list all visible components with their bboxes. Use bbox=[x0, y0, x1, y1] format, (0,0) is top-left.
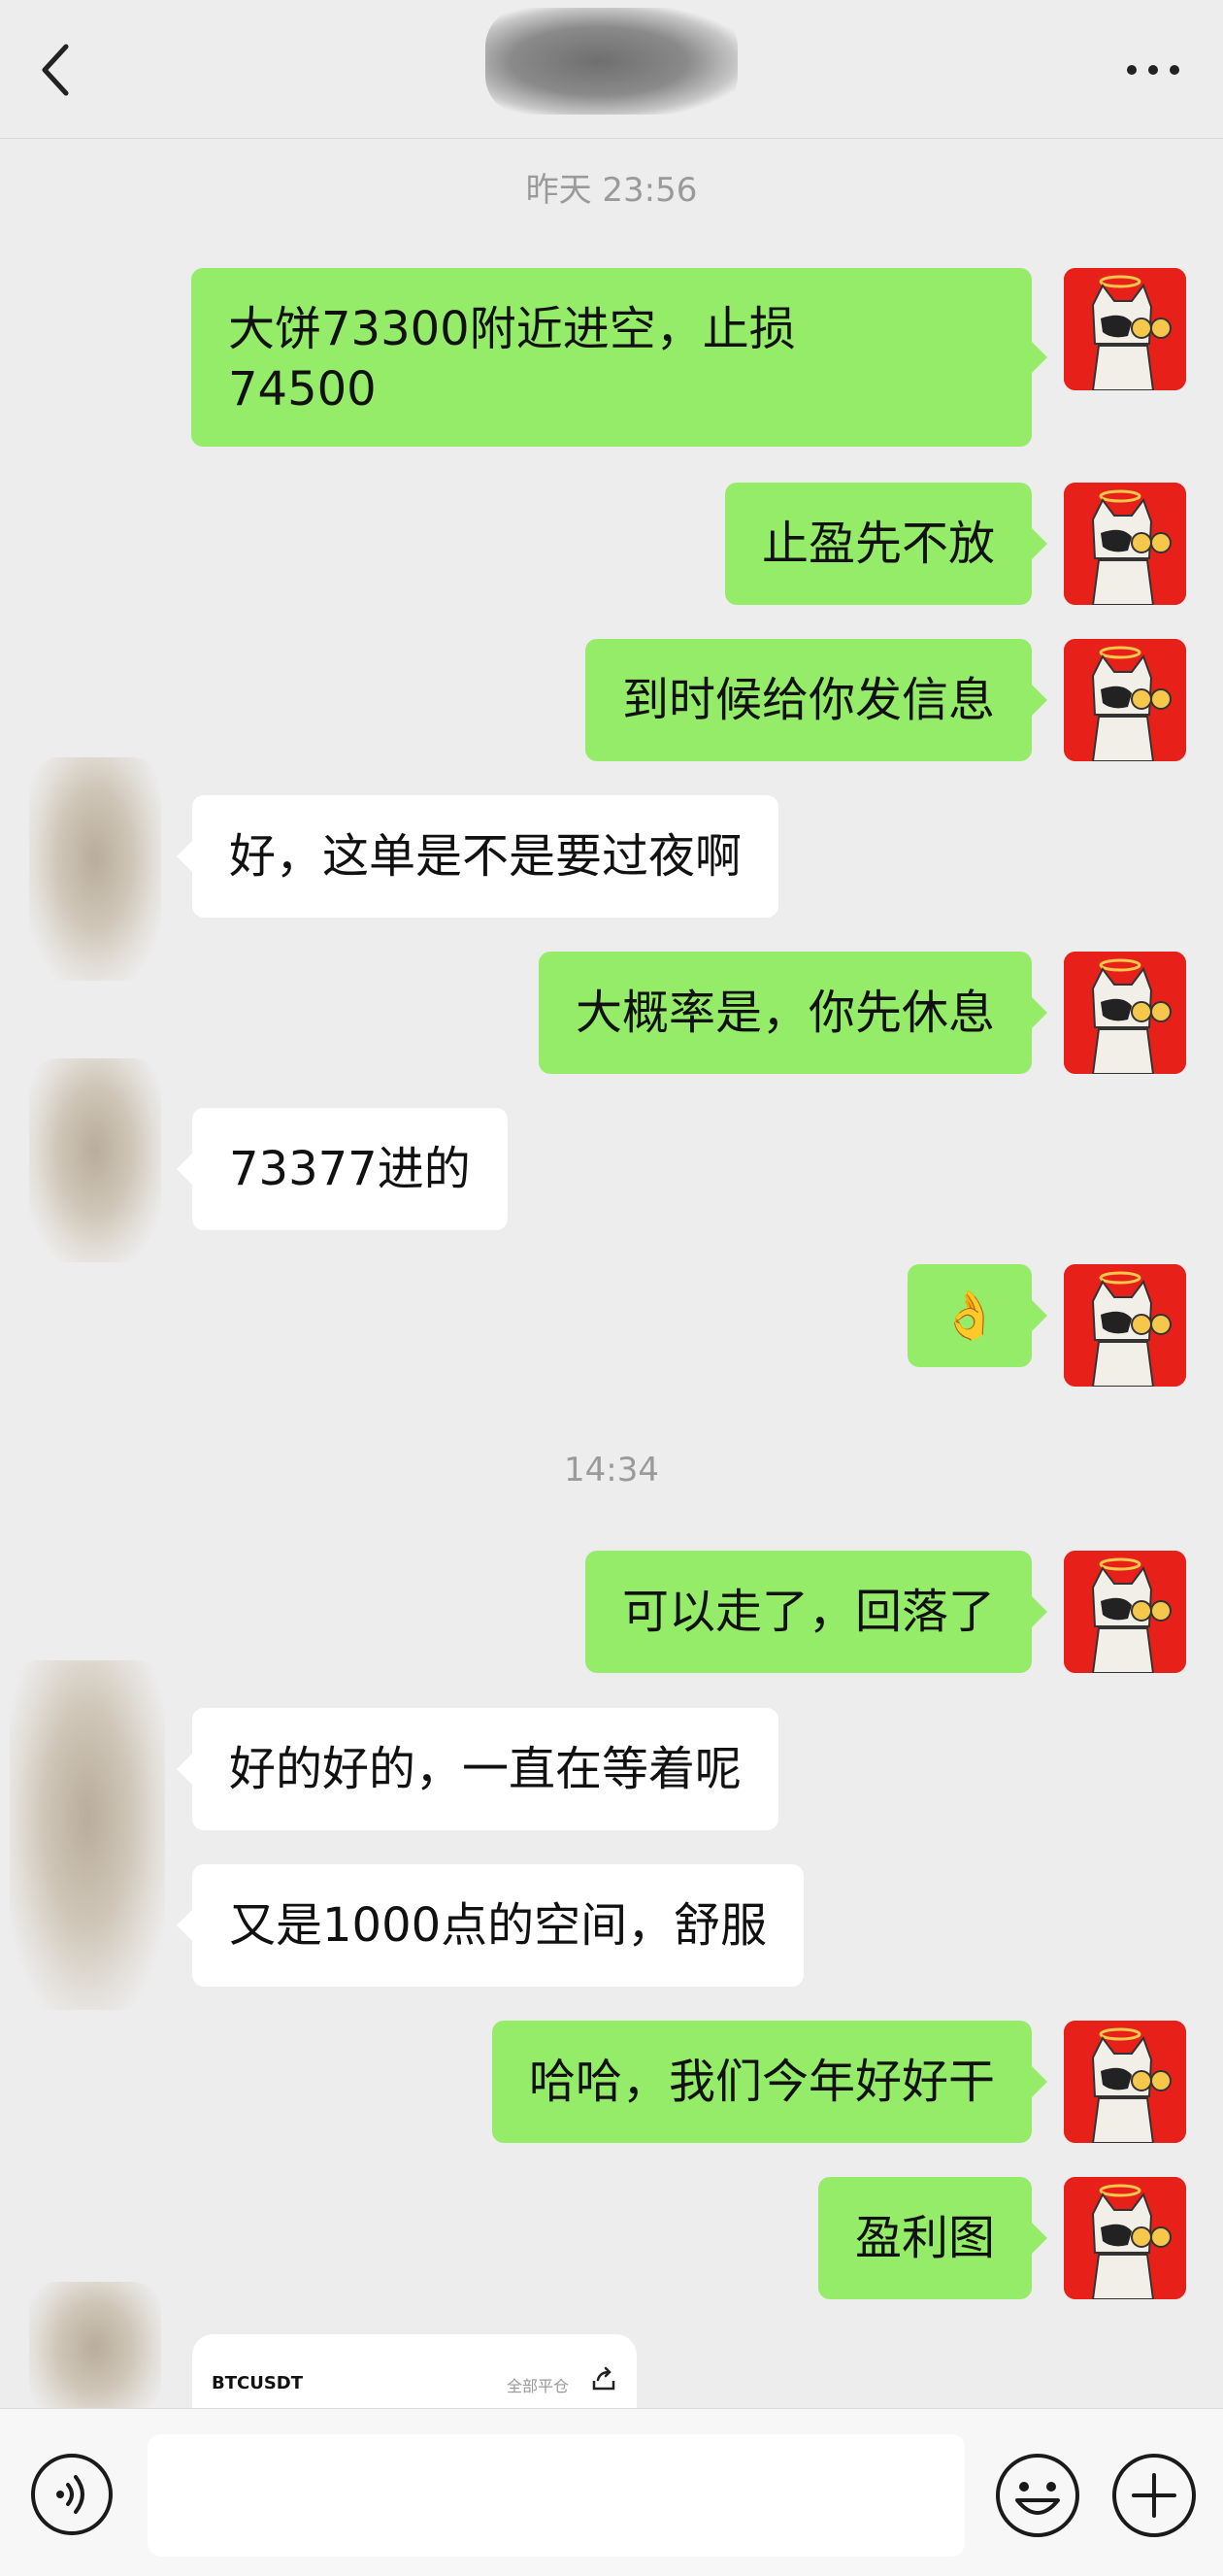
message-bubble-sent[interactable]: 到时候给你发信息 bbox=[584, 639, 1048, 761]
cartoon-avatar-icon bbox=[1064, 1551, 1186, 1673]
my-avatar[interactable] bbox=[1064, 483, 1186, 605]
cartoon-avatar-icon bbox=[1064, 483, 1186, 605]
message-bubble-received[interactable]: 好，这单是不是要过夜啊 bbox=[176, 795, 779, 918]
emoji-icon[interactable] bbox=[994, 2452, 1081, 2539]
message-bubble-sent[interactable]: 盈利图 bbox=[817, 2177, 1048, 2299]
contact-avatar-redacted[interactable] bbox=[29, 1058, 161, 1262]
cartoon-avatar-icon bbox=[1064, 268, 1186, 390]
message-bubble-received[interactable]: 又是1000点的空间，舒服 bbox=[176, 1864, 805, 1987]
message-bubble-sent[interactable]: 哈哈，我们今年好好干 bbox=[491, 2021, 1048, 2143]
card-symbol: BTCUSDT bbox=[212, 2373, 304, 2393]
input-bar bbox=[0, 2408, 1223, 2576]
message-bubble-received[interactable]: 73377进的 bbox=[177, 1108, 508, 1230]
share-icon bbox=[592, 2366, 615, 2391]
my-avatar[interactable] bbox=[1064, 268, 1186, 390]
contact-avatar-redacted[interactable] bbox=[10, 1660, 165, 2010]
message-line: 74500 bbox=[228, 362, 377, 417]
message-input[interactable] bbox=[148, 2434, 965, 2557]
timestamp: 昨天 23:56 bbox=[525, 171, 698, 210]
my-avatar[interactable] bbox=[1064, 2177, 1186, 2299]
plus-icon[interactable] bbox=[1110, 2452, 1198, 2539]
cartoon-avatar-icon bbox=[1064, 639, 1186, 761]
cartoon-avatar-icon bbox=[1064, 952, 1186, 1074]
chat-title-redacted bbox=[485, 8, 738, 115]
card-action: 全部平仓 bbox=[506, 2377, 569, 2395]
chevron-left-icon[interactable] bbox=[37, 41, 76, 99]
my-avatar[interactable] bbox=[1064, 952, 1186, 1074]
my-avatar[interactable] bbox=[1064, 2021, 1186, 2143]
contact-avatar-redacted[interactable] bbox=[29, 2282, 161, 2427]
cartoon-avatar-icon bbox=[1064, 2021, 1186, 2143]
message-bubble-sent[interactable]: 大饼73300附近进空，止损 74500 bbox=[191, 268, 1047, 447]
message-bubble-sent[interactable]: 👌 bbox=[908, 1264, 1047, 1367]
timestamp: 14:34 bbox=[564, 1451, 659, 1489]
my-avatar[interactable] bbox=[1064, 1264, 1186, 1387]
more-dots-icon[interactable] bbox=[1124, 58, 1182, 82]
message-bubble-sent[interactable]: 大概率是，你先休息 bbox=[538, 952, 1048, 1074]
message-bubble-sent[interactable]: 可以走了，回落了 bbox=[584, 1551, 1048, 1673]
message-bubble-sent[interactable]: 止盈先不放 bbox=[724, 483, 1048, 605]
voice-icon[interactable] bbox=[29, 2452, 115, 2537]
my-avatar[interactable] bbox=[1064, 639, 1186, 761]
contact-avatar-redacted[interactable] bbox=[29, 757, 161, 981]
chat-header bbox=[0, 0, 1223, 139]
cartoon-avatar-icon bbox=[1064, 2177, 1186, 2299]
my-avatar[interactable] bbox=[1064, 1551, 1186, 1673]
message-bubble-received[interactable]: 好的好的，一直在等着呢 bbox=[176, 1708, 779, 1830]
message-line: 大饼73300附近进空，止损 bbox=[228, 302, 796, 356]
cartoon-avatar-icon bbox=[1064, 1264, 1186, 1387]
